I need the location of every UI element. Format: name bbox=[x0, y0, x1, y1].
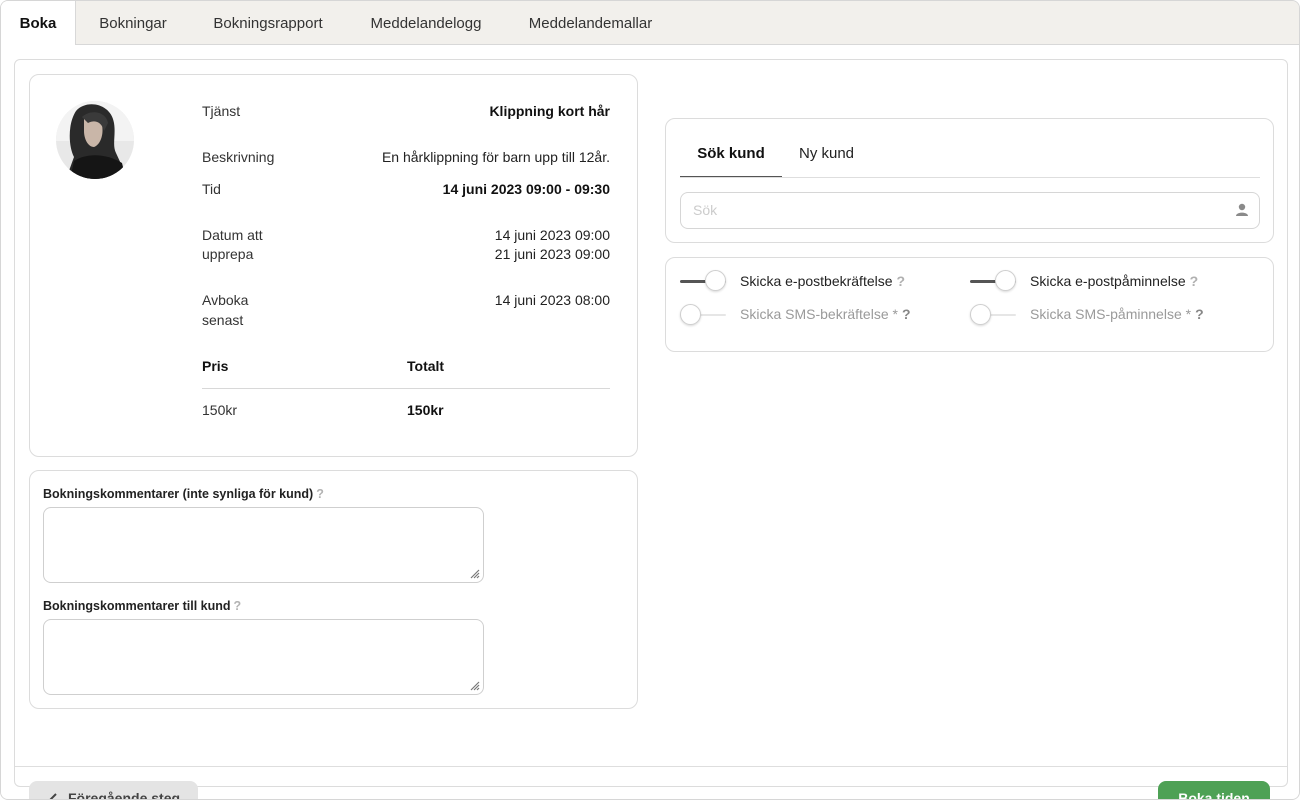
help-icon[interactable]: ? bbox=[897, 273, 906, 289]
sms-reminder-label: Skicka SMS-påminnelse *? bbox=[1030, 306, 1204, 322]
search-placeholder: Sök bbox=[693, 202, 718, 218]
help-icon[interactable]: ? bbox=[1190, 273, 1199, 289]
chevron-left-icon bbox=[49, 793, 57, 799]
cancel-deadline-label-line2: senast bbox=[202, 312, 244, 328]
tab-meddelandemallar[interactable]: Meddelandemallar bbox=[513, 1, 668, 45]
tab-bokningar[interactable]: Bokningar bbox=[85, 1, 181, 45]
user-icon bbox=[1236, 203, 1248, 216]
tab-boka[interactable]: Boka bbox=[1, 1, 76, 46]
internal-comment-label: Bokningskommentarer (inte synliga för ku… bbox=[43, 487, 324, 501]
customer-comment-textarea[interactable] bbox=[43, 619, 484, 695]
help-icon[interactable]: ? bbox=[234, 599, 242, 613]
previous-step-button[interactable]: Föregående steg bbox=[29, 781, 198, 800]
email-reminder-label: Skicka e-postpåminnelse? bbox=[1030, 273, 1199, 289]
repeat-label: Datum att bbox=[202, 227, 263, 243]
customer-card: Sök kund Ny kund Sök bbox=[665, 118, 1274, 243]
customer-comment-label-text: Bokningskommentarer till kund bbox=[43, 599, 231, 613]
previous-step-label: Föregående steg bbox=[68, 790, 181, 800]
tab-new-customer[interactable]: Ny kund bbox=[799, 145, 854, 178]
price-value: 150kr bbox=[202, 402, 238, 418]
customer-search-input[interactable]: Sök bbox=[680, 192, 1260, 229]
staff-avatar bbox=[56, 101, 134, 179]
help-icon[interactable]: ? bbox=[902, 306, 911, 322]
sms-confirmation-toggle[interactable] bbox=[680, 304, 726, 326]
book-appointment-button[interactable]: Boka tiden bbox=[1158, 781, 1270, 799]
repeat-label-line2: upprepa bbox=[202, 246, 254, 262]
internal-comment-label-text: Bokningskommentarer (inte synliga för ku… bbox=[43, 487, 314, 501]
booking-frame: Tjänst Klippning kort hår Beskrivning En… bbox=[14, 59, 1288, 799]
email-reminder-toggle[interactable] bbox=[970, 270, 1016, 292]
customer-comment-label: Bokningskommentarer till kund? bbox=[43, 599, 241, 613]
resize-grip-icon[interactable] bbox=[468, 679, 480, 691]
customer-tab-divider bbox=[680, 177, 1260, 178]
help-icon[interactable]: ? bbox=[316, 487, 324, 501]
service-value: Klippning kort hår bbox=[489, 103, 610, 119]
email-confirmation-toggle[interactable] bbox=[680, 270, 726, 292]
repeat-date: 14 juni 2023 09:00 bbox=[494, 227, 610, 243]
repeat-date: 21 juni 2023 09:00 bbox=[494, 246, 610, 262]
total-value: 150kr bbox=[407, 402, 444, 418]
description-label: Beskrivning bbox=[202, 149, 275, 165]
tab-search-customer[interactable]: Sök kund bbox=[680, 145, 782, 178]
footer-divider bbox=[15, 766, 1287, 767]
cancel-deadline-value: 14 juni 2023 08:00 bbox=[494, 292, 610, 308]
sms-confirmation-label: Skicka SMS-bekräftelse *? bbox=[740, 306, 911, 322]
total-header: Totalt bbox=[407, 358, 445, 374]
booking-details-card: Tjänst Klippning kort hår Beskrivning En… bbox=[29, 74, 638, 457]
tab-bar: Boka Bokningar Bokningsrapport Meddeland… bbox=[1, 1, 1299, 46]
price-header: Pris bbox=[202, 358, 229, 374]
notifications-card: Skicka e-postbekräftelse? Skicka e-postp… bbox=[665, 257, 1274, 352]
internal-comment-textarea[interactable] bbox=[43, 507, 484, 583]
tab-bokningsrapport[interactable]: Bokningsrapport bbox=[197, 1, 339, 45]
cancel-deadline-label: Avboka bbox=[202, 292, 249, 308]
tab-meddelandelogg[interactable]: Meddelandelogg bbox=[353, 1, 499, 45]
booking-window: Boka Bokningar Bokningsrapport Meddeland… bbox=[0, 0, 1300, 800]
time-label: Tid bbox=[202, 181, 221, 197]
comments-card: Bokningskommentarer (inte synliga för ku… bbox=[29, 470, 638, 709]
sms-reminder-toggle[interactable] bbox=[970, 304, 1016, 326]
description-value: En hårklippning för barn upp till 12år. bbox=[381, 149, 610, 165]
help-icon[interactable]: ? bbox=[1195, 306, 1204, 322]
content-area: Tjänst Klippning kort hår Beskrivning En… bbox=[1, 45, 1299, 799]
email-confirmation-label: Skicka e-postbekräftelse? bbox=[740, 273, 906, 289]
time-value: 14 juni 2023 09:00 - 09:30 bbox=[442, 181, 610, 197]
price-divider bbox=[202, 388, 610, 389]
resize-grip-icon[interactable] bbox=[468, 567, 480, 579]
service-label: Tjänst bbox=[202, 103, 241, 119]
